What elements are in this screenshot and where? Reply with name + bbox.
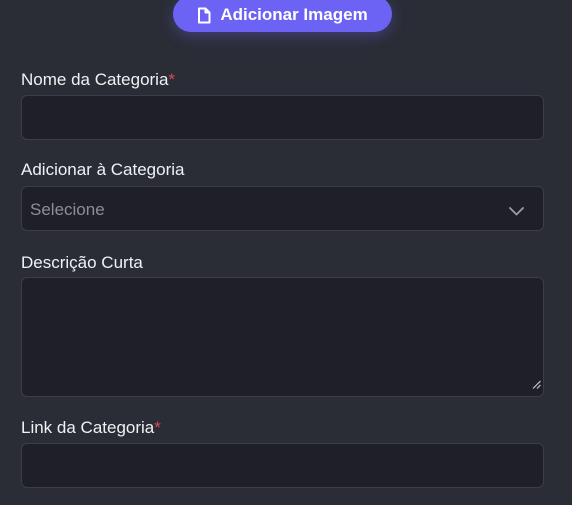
category-link-input[interactable] <box>21 443 544 488</box>
parent-category-select[interactable]: Selecione <box>21 186 544 231</box>
required-mark: * <box>168 70 176 89</box>
parent-category-label: Adicionar à Categoria <box>21 160 185 179</box>
file-icon <box>197 7 211 24</box>
chevron-down-icon <box>509 203 524 221</box>
required-mark: * <box>154 418 161 437</box>
select-placeholder: Selecione <box>30 200 105 219</box>
category-form: Adicionar Imagem Nome da Categoria* Adic… <box>0 0 572 505</box>
short-description-label: Descrição Curta <box>21 253 143 272</box>
resize-grip-icon[interactable] <box>532 376 541 394</box>
category-link-label: Link da Categoria* <box>21 418 161 437</box>
short-description-textarea[interactable] <box>21 277 544 397</box>
add-image-button[interactable]: Adicionar Imagem <box>173 0 392 32</box>
category-name-input[interactable] <box>21 95 544 140</box>
add-image-button-label: Adicionar Imagem <box>220 5 368 24</box>
category-name-label: Nome da Categoria* <box>21 70 176 89</box>
